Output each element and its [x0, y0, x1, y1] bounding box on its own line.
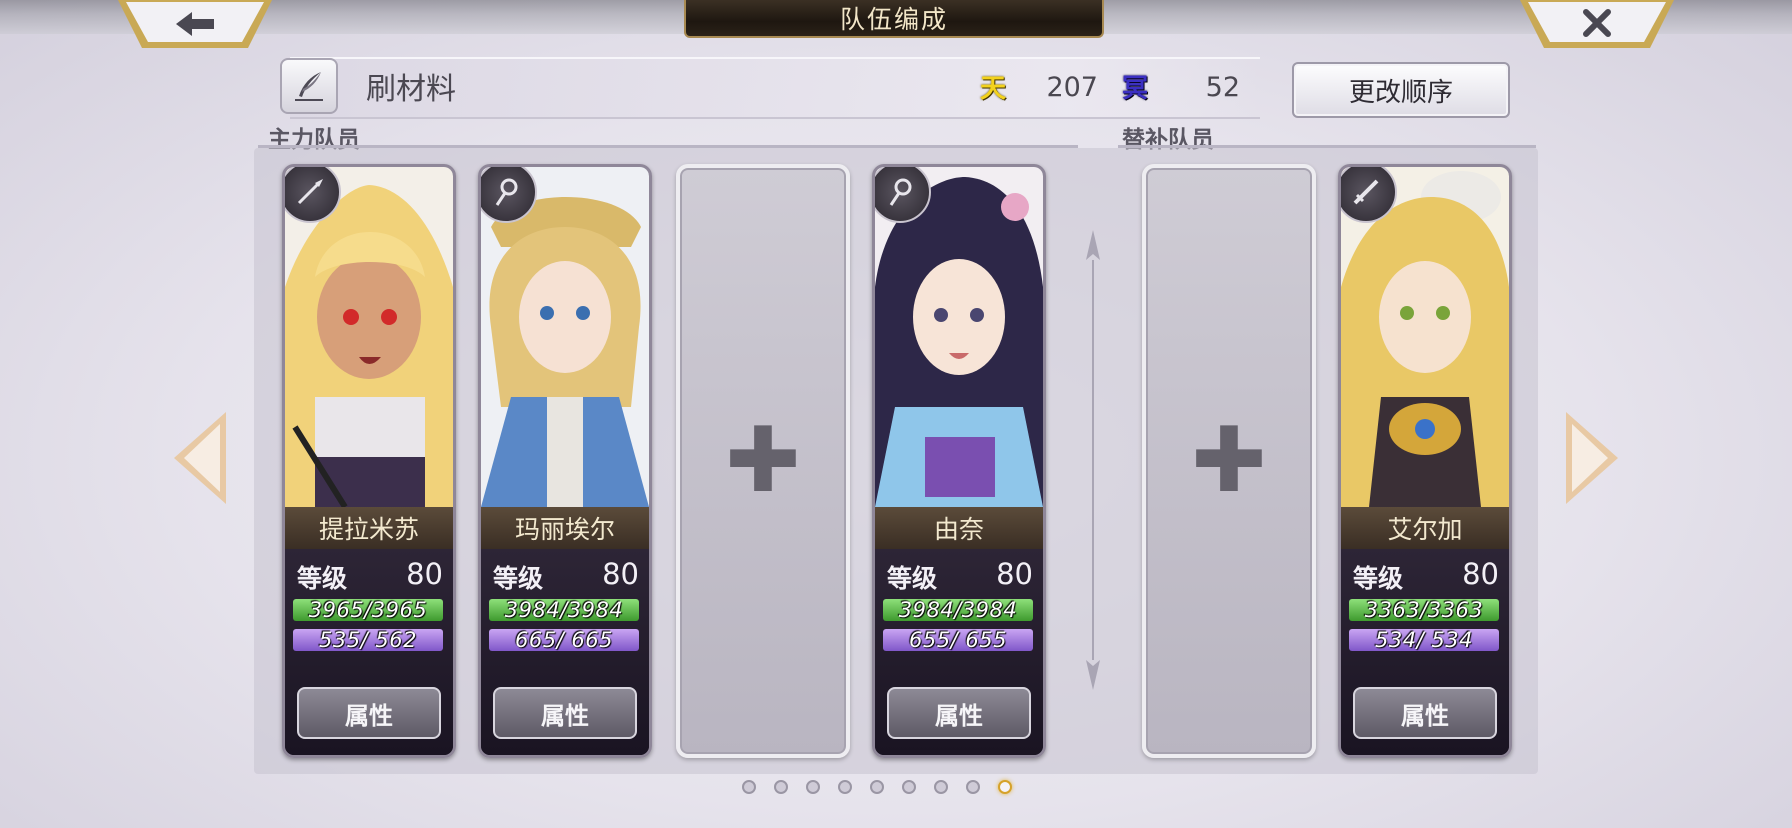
- hp-bar: 3363/3363: [1349, 598, 1499, 622]
- page-dot[interactable]: [742, 780, 756, 794]
- level-label: 等级: [887, 564, 938, 593]
- team-divider: [1086, 230, 1100, 690]
- stats-panel: 等级 80 3363/3363 534/ 534 属性: [1341, 549, 1509, 755]
- attributes-button[interactable]: 属性: [1353, 687, 1497, 739]
- empty-member-slot[interactable]: ✚: [676, 164, 850, 758]
- mp-bar: 534/ 534: [1349, 628, 1499, 652]
- stats-panel: 等级 80 3984/3984 665/ 665 属性: [481, 549, 649, 755]
- character-name: 提拉米苏: [285, 507, 453, 549]
- page-dot[interactable]: [870, 780, 884, 794]
- page-dot[interactable]: [966, 780, 980, 794]
- page-dot[interactable]: [934, 780, 948, 794]
- edit-team-name-button[interactable]: [280, 58, 338, 114]
- back-button[interactable]: [118, 0, 272, 50]
- previous-page-arrow-icon[interactable]: [170, 410, 230, 506]
- sky-currency-icon: 天: [979, 73, 1006, 104]
- level-value: 80: [996, 557, 1033, 591]
- nether-currency-icon: 冥: [1121, 73, 1148, 104]
- mp-bar: 665/ 665: [489, 628, 639, 652]
- page-dot[interactable]: [774, 780, 788, 794]
- page-dot[interactable]: [902, 780, 916, 794]
- member-card[interactable]: 由奈 等级 80 3984/3984 655/ 655 属性: [872, 164, 1046, 758]
- close-button[interactable]: [1520, 0, 1674, 50]
- member-card[interactable]: 提拉米苏 等级 80 3965/3965 535/ 562 属性: [282, 164, 456, 758]
- level-value: 80: [602, 557, 639, 591]
- mp-bar: 535/ 562: [293, 628, 443, 652]
- attributes-button[interactable]: 属性: [887, 687, 1031, 739]
- level-value: 80: [406, 557, 443, 591]
- hp-bar: 3965/3965: [293, 598, 443, 622]
- stats-panel: 等级 80 3984/3984 655/ 655 属性: [875, 549, 1043, 755]
- member-card[interactable]: 玛丽埃尔 等级 80 3984/3984 665/ 665 属性: [478, 164, 652, 758]
- attributes-button[interactable]: 属性: [493, 687, 637, 739]
- quill-icon: [295, 72, 323, 101]
- level-label: 等级: [493, 564, 544, 593]
- character-name: 玛丽埃尔: [481, 507, 649, 549]
- team-name: 刷材料: [366, 72, 456, 107]
- page-dot-active[interactable]: [998, 780, 1012, 794]
- level-value: 80: [1462, 557, 1499, 591]
- empty-reserve-slot[interactable]: ✚: [1142, 164, 1316, 758]
- nether-currency-value: 52: [1205, 72, 1240, 103]
- hp-bar: 3984/3984: [489, 598, 639, 622]
- mp-bar: 655/ 655: [883, 628, 1033, 652]
- next-page-arrow-icon[interactable]: [1562, 410, 1622, 506]
- pagination: [742, 780, 1012, 800]
- plus-icon: ✚: [725, 408, 801, 513]
- level-label: 等级: [297, 564, 348, 593]
- attributes-button[interactable]: 属性: [297, 687, 441, 739]
- page-dot[interactable]: [838, 780, 852, 794]
- character-name: 由奈: [875, 507, 1043, 549]
- sky-currency-value: 207: [1046, 72, 1098, 103]
- change-order-button[interactable]: 更改顺序: [1292, 62, 1510, 118]
- stats-panel: 等级 80 3965/3965 535/ 562 属性: [285, 549, 453, 755]
- character-name: 艾尔加: [1341, 507, 1509, 549]
- level-label: 等级: [1353, 564, 1404, 593]
- plus-icon: ✚: [1191, 408, 1267, 513]
- page-dot[interactable]: [806, 780, 820, 794]
- screen-title: 队伍编成: [684, 0, 1104, 38]
- hp-bar: 3984/3984: [883, 598, 1033, 622]
- reserve-member-card[interactable]: 艾尔加 等级 80 3363/3363 534/ 534 属性: [1338, 164, 1512, 758]
